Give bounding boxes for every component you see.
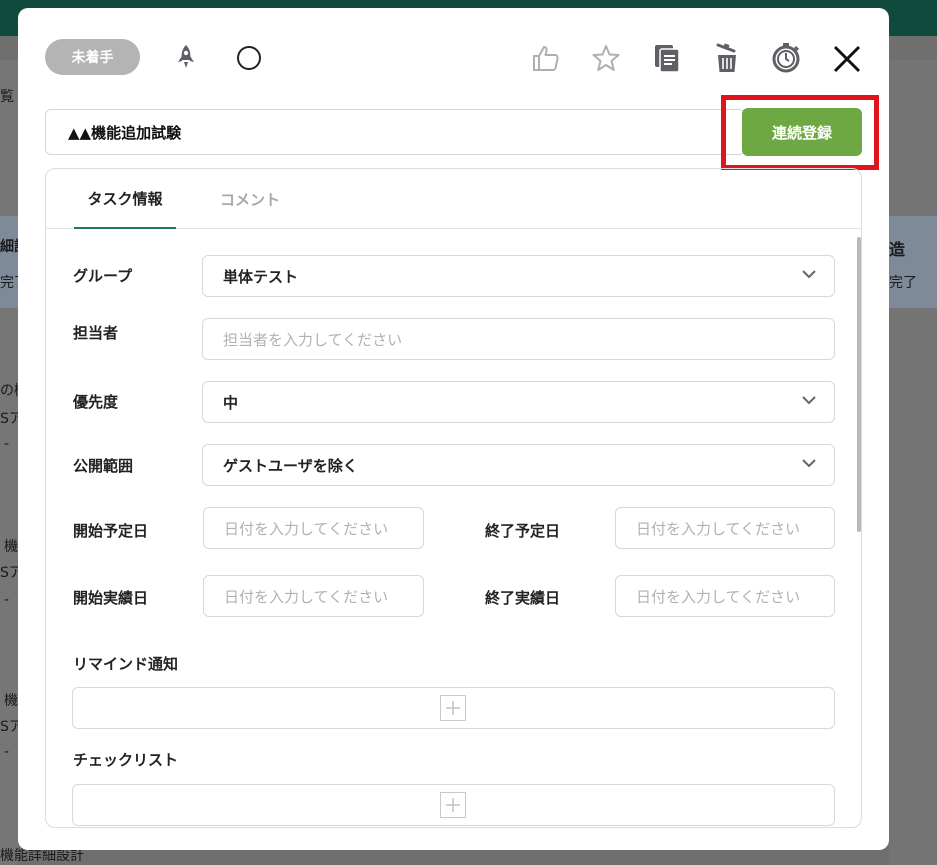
visibility-label: 公開範囲 [73, 457, 134, 475]
status-badge[interactable]: 未着手 [45, 39, 140, 75]
priority-label: 優先度 [73, 393, 119, 411]
tab-task-info[interactable]: タスク情報 [74, 169, 176, 229]
plus-icon [446, 701, 460, 715]
timer-icon[interactable] [769, 41, 803, 75]
task-detail-modal: 未着手 ▲▲機能追加試験 連続登録 タスク情報 コメント グループ 単体テスト … [18, 8, 889, 850]
trash-icon[interactable] [710, 40, 744, 76]
group-value: 単体テスト [223, 267, 299, 286]
tab-bar: タスク情報 コメント [46, 169, 861, 229]
close-icon[interactable] [830, 42, 864, 76]
background-text: - [4, 592, 10, 608]
group-label: グループ [73, 267, 133, 285]
reminder-label: リマインド通知 [73, 655, 179, 673]
chevron-down-icon [802, 459, 816, 468]
scrollbar-thumb[interactable] [857, 237, 861, 532]
planned-start-label: 開始予定日 [73, 522, 149, 540]
task-form-panel: タスク情報 コメント グループ 単体テスト 担当者 担当者を入力してください 優… [45, 168, 862, 828]
actual-start-placeholder: 日付を入力してください [224, 587, 389, 606]
background-header-band-right [889, 216, 937, 308]
background-text: 覧 [0, 89, 14, 105]
group-select[interactable]: 単体テスト [202, 255, 835, 297]
assignee-placeholder: 担当者を入力してください [223, 330, 403, 349]
tab-comment[interactable]: コメント [206, 169, 294, 229]
star-icon[interactable] [589, 41, 623, 75]
copy-icon[interactable] [650, 41, 684, 75]
background-text: 完了 [889, 275, 917, 291]
add-checklist-button[interactable] [440, 792, 466, 818]
background-text: - [4, 436, 10, 452]
rocket-icon[interactable] [171, 42, 201, 72]
visibility-select[interactable]: ゲストユーザを除く [202, 444, 835, 486]
actual-start-label: 開始実績日 [73, 589, 149, 607]
actual-end-placeholder: 日付を入力してください [636, 587, 801, 606]
priority-value: 中 [223, 393, 239, 412]
assignee-label: 担当者 [73, 324, 119, 342]
background-right-column [889, 60, 937, 865]
background-text: 機 [4, 539, 18, 555]
background-header-band-left [0, 216, 18, 308]
chevron-down-icon [802, 270, 816, 279]
add-reminder-button[interactable] [440, 695, 466, 721]
continuous-register-button[interactable]: 連続登録 [742, 108, 862, 156]
planned-end-placeholder: 日付を入力してください [636, 519, 801, 538]
assignee-input[interactable]: 担当者を入力してください [202, 318, 835, 360]
actual-start-date-input[interactable]: 日付を入力してください [203, 575, 424, 617]
actual-end-date-input[interactable]: 日付を入力してください [615, 575, 835, 617]
background-text: 機 [4, 693, 18, 709]
plus-icon [446, 798, 460, 812]
checklist-label: チェックリスト [73, 751, 179, 769]
chevron-down-icon [802, 396, 816, 405]
thumbs-up-icon[interactable] [529, 41, 563, 75]
circle-icon[interactable] [234, 43, 264, 73]
planned-start-placeholder: 日付を入力してください [224, 519, 389, 538]
planned-start-date-input[interactable]: 日付を入力してください [203, 507, 424, 549]
task-title-input[interactable]: ▲▲機能追加試験 [45, 109, 745, 155]
background-text: - [4, 744, 10, 760]
priority-select[interactable]: 中 [202, 381, 835, 423]
background-text: 造 [889, 240, 906, 259]
planned-end-label: 終了予定日 [485, 522, 561, 540]
visibility-value: ゲストユーザを除く [223, 456, 358, 475]
actual-end-label: 終了実績日 [485, 589, 561, 607]
planned-end-date-input[interactable]: 日付を入力してください [615, 507, 835, 549]
